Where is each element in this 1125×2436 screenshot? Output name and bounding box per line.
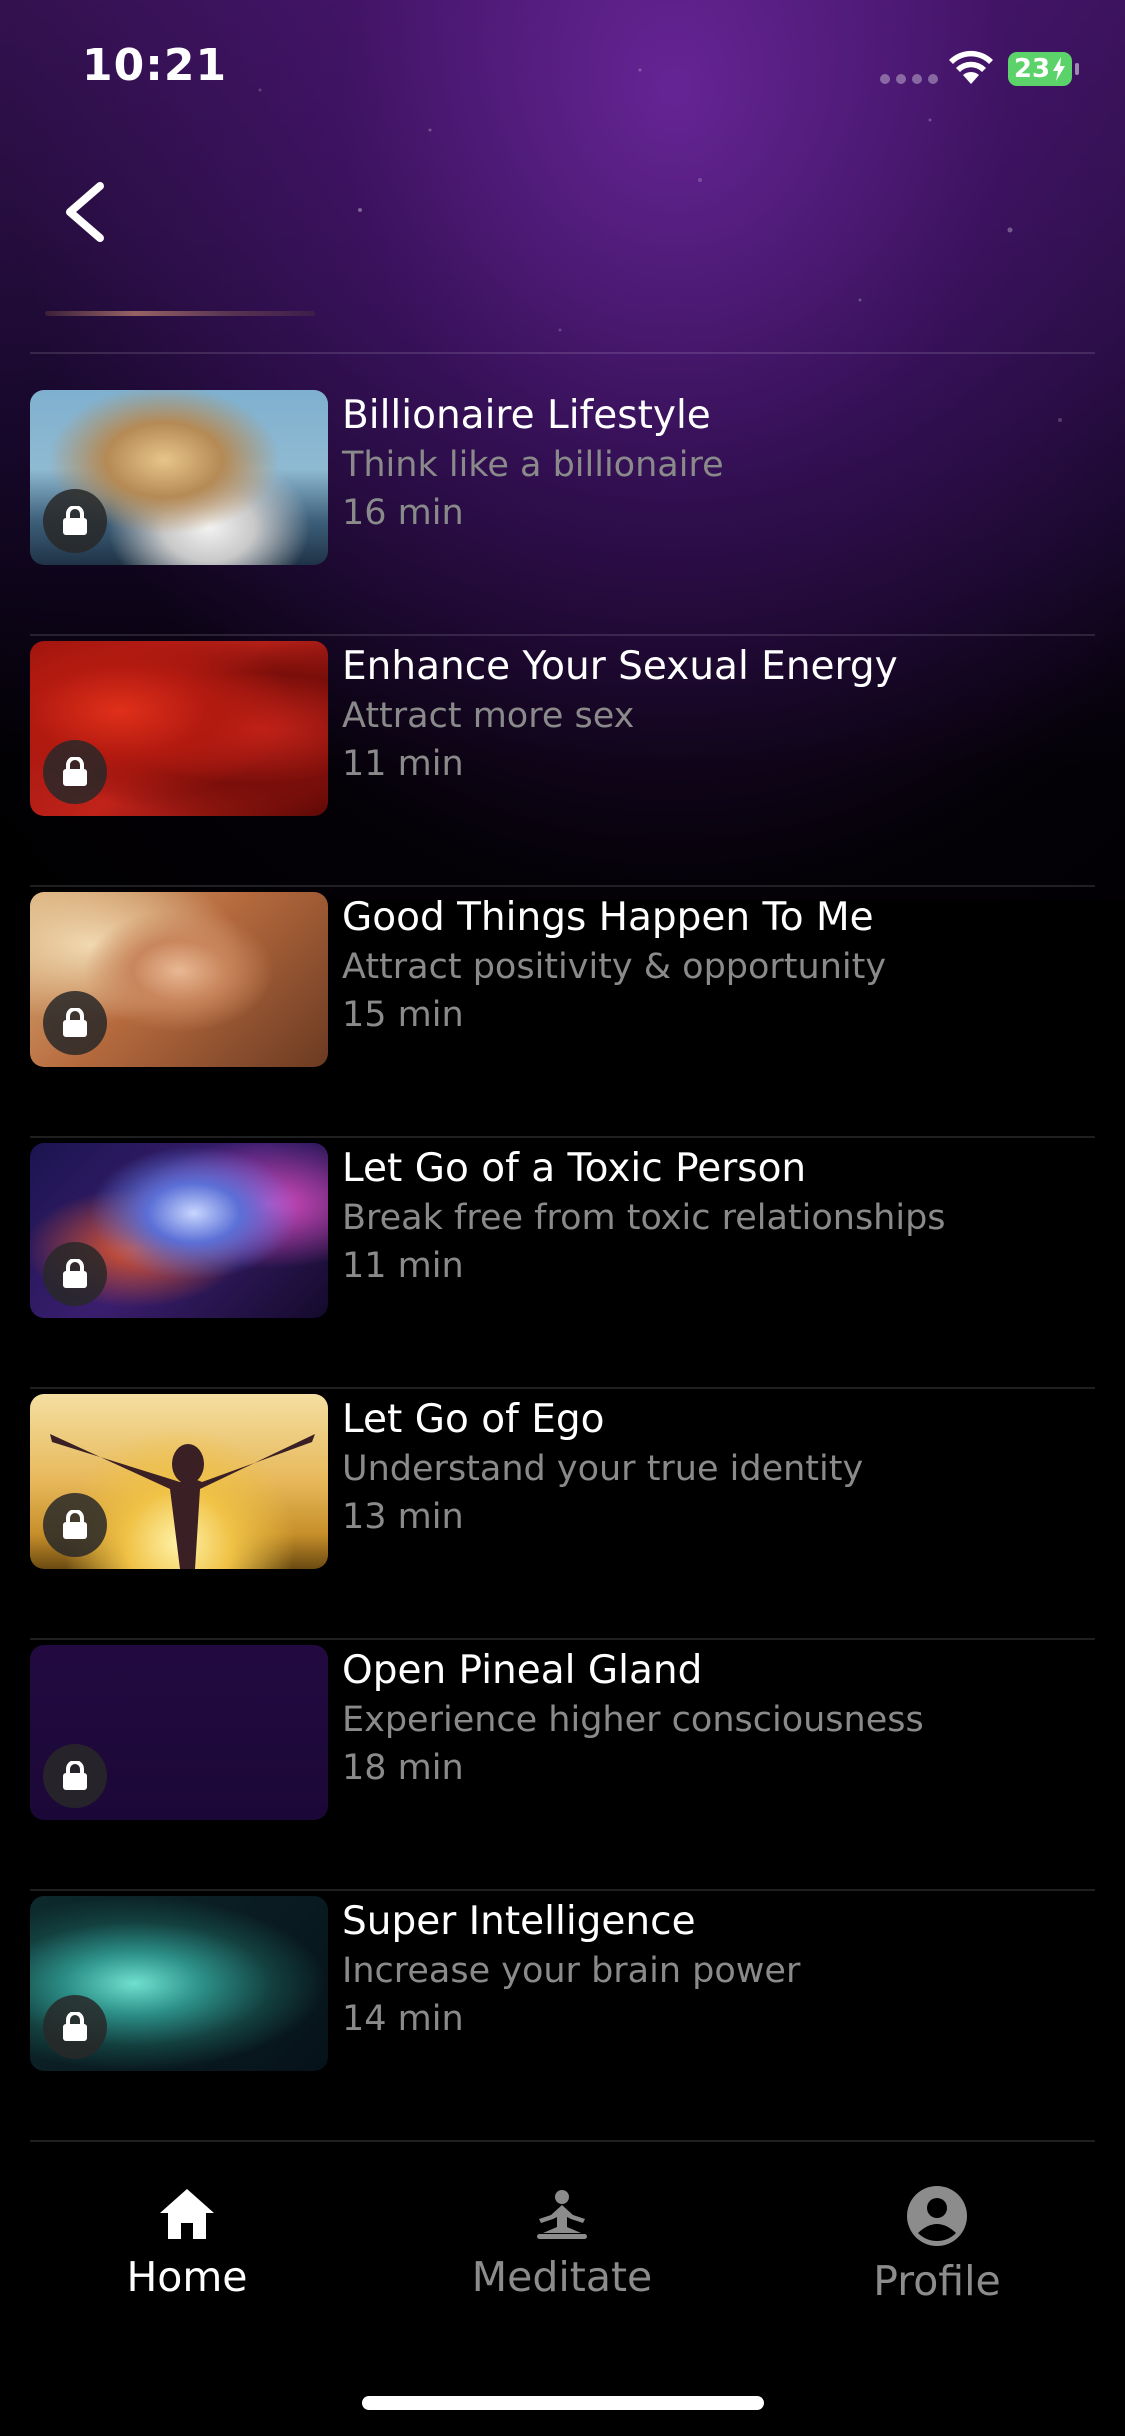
meditation-thumbnail — [30, 1645, 328, 1820]
profile-icon — [907, 2186, 967, 2246]
meditation-thumbnail — [30, 1394, 328, 1569]
tab-label: Profile — [873, 2257, 1001, 2305]
wifi-icon — [949, 50, 993, 84]
meditation-title: Enhance Your Sexual Energy — [342, 644, 898, 689]
meditation-subtitle: Increase your brain power — [342, 1951, 801, 1991]
header-accent-line — [45, 311, 315, 316]
back-button[interactable] — [52, 172, 122, 252]
battery-level: 23 — [1013, 54, 1051, 84]
tab-profile[interactable]: Profile — [807, 2185, 1067, 2305]
lock-icon — [63, 1008, 87, 1037]
meditation-title: Good Things Happen To Me — [342, 895, 874, 940]
home-indicator — [362, 2396, 764, 2410]
home-icon — [160, 2189, 214, 2239]
meditation-thumbnail — [30, 892, 328, 1067]
meditation-duration: 11 min — [342, 1246, 464, 1286]
list-divider — [30, 2140, 1095, 2142]
meditation-subtitle: Break free from toxic relationships — [342, 1198, 946, 1238]
meditation-subtitle: Attract positivity & opportunity — [342, 947, 887, 987]
header-divider — [30, 352, 1095, 354]
meditation-title: Super Intelligence — [342, 1899, 696, 1944]
lock-badge — [43, 1493, 107, 1557]
lock-badge — [43, 740, 107, 804]
status-time: 10:21 — [82, 40, 228, 91]
tab-label: Meditate — [471, 2253, 653, 2301]
chevron-left-icon — [66, 182, 104, 242]
meditation-item-sexual-energy[interactable]: Enhance Your Sexual Energy Attract more … — [30, 636, 1095, 887]
meditation-duration: 16 min — [342, 493, 464, 533]
meditation-subtitle: Understand your true identity — [342, 1449, 864, 1489]
meditation-duration: 11 min — [342, 744, 464, 784]
charging-bolt-icon — [1053, 57, 1066, 81]
meditation-title: Billionaire Lifestyle — [342, 393, 711, 438]
meditation-list: Billionaire Lifestyle Think like a billi… — [30, 385, 1095, 2142]
meditation-thumbnail — [30, 1143, 328, 1318]
meditation-subtitle: Experience higher consciousness — [342, 1700, 924, 1740]
battery-icon: 23 — [1008, 52, 1079, 86]
lock-badge — [43, 1242, 107, 1306]
meditation-title: Let Go of a Toxic Person — [342, 1146, 807, 1191]
lock-icon — [63, 1761, 87, 1790]
meditation-title: Open Pineal Gland — [342, 1648, 703, 1693]
lock-badge — [43, 489, 107, 553]
meditation-subtitle: Think like a billionaire — [342, 445, 724, 485]
meditation-item-super-intelligence[interactable]: Super Intelligence Increase your brain p… — [30, 1891, 1095, 2142]
meditation-thumbnail — [30, 641, 328, 816]
status-bar: 10:21 23 — [0, 0, 1125, 140]
meditation-duration: 14 min — [342, 1999, 464, 2039]
meditation-item-pineal-gland[interactable]: Open Pineal Gland Experience higher cons… — [30, 1640, 1095, 1891]
tab-label: Home — [126, 2253, 248, 2301]
tab-bar: Home Meditate Profile — [0, 2160, 1125, 2360]
meditation-duration: 18 min — [342, 1748, 464, 1788]
meditation-duration: 13 min — [342, 1497, 464, 1537]
lock-icon — [63, 1510, 87, 1539]
lock-badge — [43, 1995, 107, 2059]
lock-badge — [43, 991, 107, 1055]
lock-icon — [63, 2012, 87, 2041]
meditate-icon — [537, 2190, 587, 2239]
meditation-subtitle: Attract more sex — [342, 696, 635, 736]
meditation-title: Let Go of Ego — [342, 1397, 605, 1442]
meditation-thumbnail — [30, 390, 328, 565]
meditation-item-ego[interactable]: Let Go of Ego Understand your true ident… — [30, 1389, 1095, 1640]
lock-icon — [63, 1259, 87, 1288]
tab-home[interactable]: Home — [57, 2185, 317, 2301]
tab-meditate[interactable]: Meditate — [432, 2185, 692, 2301]
meditation-thumbnail — [30, 1896, 328, 2071]
meditation-item-good-things[interactable]: Good Things Happen To Me Attract positiv… — [30, 887, 1095, 1138]
lock-badge — [43, 1744, 107, 1808]
cellular-signal-icon — [880, 74, 938, 84]
meditation-duration: 15 min — [342, 995, 464, 1035]
meditation-item-toxic-person[interactable]: Let Go of a Toxic Person Break free from… — [30, 1138, 1095, 1389]
lock-icon — [63, 506, 87, 535]
meditation-item-billionaire-lifestyle[interactable]: Billionaire Lifestyle Think like a billi… — [30, 385, 1095, 636]
lock-icon — [63, 757, 87, 786]
